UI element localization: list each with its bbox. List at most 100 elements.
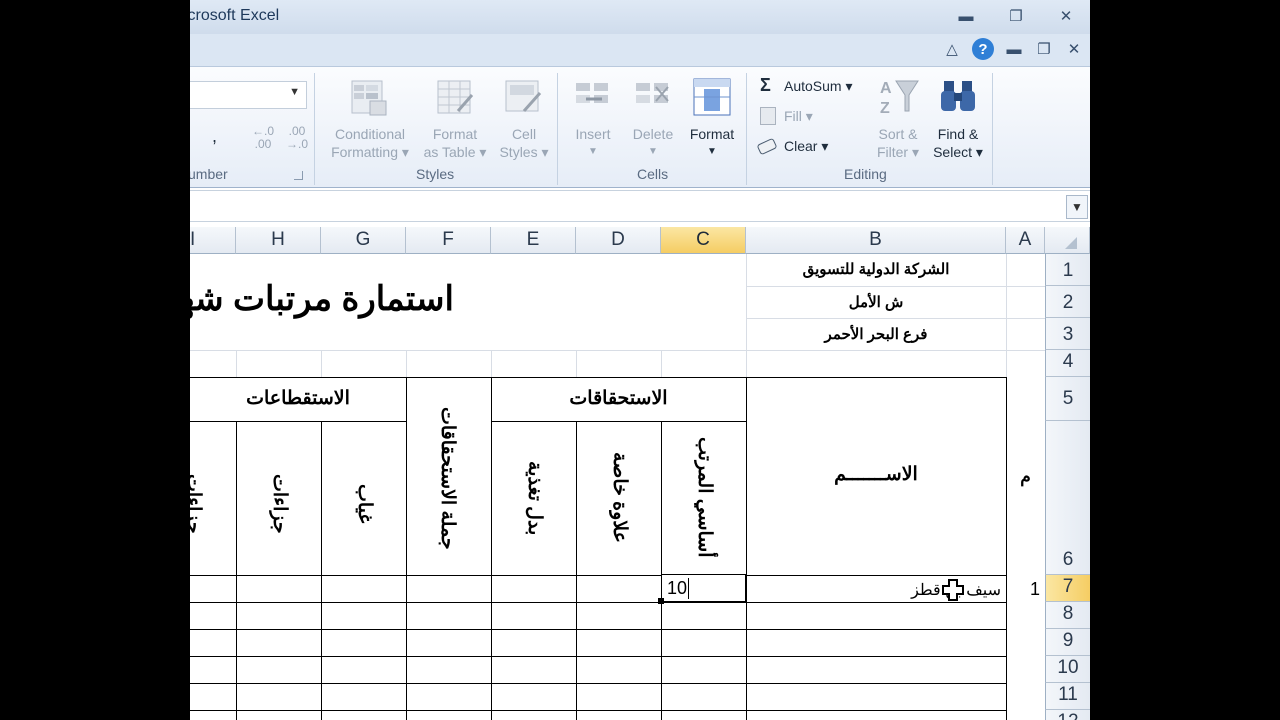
absence-header[interactable]: غياب xyxy=(353,459,375,549)
doc-restore-button[interactable]: ❐ xyxy=(1032,39,1056,59)
restore-button[interactable]: ❐ xyxy=(1004,6,1028,26)
conditional-formatting-label-1: Conditional xyxy=(334,126,406,142)
row-header-2[interactable]: 2 xyxy=(1045,286,1090,318)
sort-filter-button[interactable]: A Z Sort & Filter ▾ xyxy=(868,73,928,165)
delete-button[interactable]: Delete ▼ xyxy=(624,73,682,165)
column-header-h[interactable]: H xyxy=(236,227,321,254)
fill-label: Fill ▾ xyxy=(784,108,813,124)
table-border xyxy=(190,421,406,422)
comma-style-button[interactable]: , xyxy=(212,127,217,145)
table-border xyxy=(190,377,1006,378)
cells-group-label: Cells xyxy=(637,166,669,182)
table-border xyxy=(190,683,1006,684)
styles-group-label: Styles xyxy=(416,166,455,182)
special-bonus-header[interactable]: علاوة خاصة xyxy=(608,437,630,557)
fill-handle[interactable] xyxy=(658,598,664,604)
find-select-label-1: Find & xyxy=(937,126,979,142)
food-allowance-header[interactable]: بدل تغذية xyxy=(523,443,545,553)
name-header[interactable]: الاســـــــم xyxy=(746,463,1006,486)
clear-label: Clear ▾ xyxy=(784,138,829,154)
gridline xyxy=(1006,254,1007,377)
formula-bar[interactable] xyxy=(190,190,1090,222)
format-button[interactable]: Format ▼ xyxy=(682,73,742,165)
row-header-7[interactable]: 7 xyxy=(1045,575,1090,602)
chevron-down-icon: ▼ xyxy=(289,86,300,98)
serial-header[interactable]: م xyxy=(1006,467,1045,487)
select-all-corner[interactable] xyxy=(1045,227,1090,254)
column-header-b[interactable]: B xyxy=(746,227,1006,254)
sigma-icon: Σ xyxy=(760,75,771,95)
help-icon[interactable]: ? xyxy=(972,38,994,60)
basic-salary-header[interactable]: أساسي المرتب xyxy=(693,437,715,558)
row-header-8[interactable]: 8 xyxy=(1045,602,1090,629)
column-header-a[interactable]: A xyxy=(1006,227,1045,254)
row-header-6[interactable]: 6 xyxy=(1045,421,1090,575)
row-header-4[interactable]: 4 xyxy=(1045,350,1090,377)
row-header-9[interactable]: 9 xyxy=(1045,629,1090,656)
company-branch[interactable]: فرع البحر الأحمر xyxy=(746,325,1006,343)
row-header-12[interactable]: 12 xyxy=(1045,710,1090,720)
worksheet-grid[interactable]: I H G F E D C B A 1 2 3 4 5 6 7 8 9 10 1… xyxy=(190,227,1090,720)
row-header-5[interactable]: 5 xyxy=(1045,377,1090,421)
chevron-down-icon: ▼ xyxy=(588,146,598,157)
expand-formula-bar-icon[interactable]: ▼ xyxy=(1066,195,1088,219)
delete-label: Delete xyxy=(632,126,674,142)
conditional-formatting-button[interactable]: Conditional Formatting ▾ xyxy=(322,73,418,165)
number-format-dropdown[interactable]: ▼ xyxy=(190,81,307,109)
company-name[interactable]: الشركة الدولية للتسويق xyxy=(746,260,1006,278)
column-i-header[interactable]: جزاءات xyxy=(190,459,204,549)
row-header-11[interactable]: 11 xyxy=(1045,683,1090,710)
fill-down-icon xyxy=(760,107,776,125)
active-cell-c7[interactable]: 10 xyxy=(661,574,746,602)
insert-label: Insert xyxy=(575,126,611,142)
insert-button[interactable]: Insert ▼ xyxy=(564,73,622,165)
select-all-icon xyxy=(1065,237,1077,249)
minimize-button[interactable]: ▬ xyxy=(954,6,978,26)
table-border xyxy=(746,377,747,720)
autosum-button[interactable]: Σ AutoSum ▾ xyxy=(756,75,876,97)
row-header-1[interactable]: 1 xyxy=(1045,254,1090,286)
table-border xyxy=(190,629,1006,630)
table-border xyxy=(661,421,662,720)
cell-a7[interactable]: 1 xyxy=(1006,579,1040,600)
excel-window: icrosoft Excel ▬ ❐ ✕ △ ? ▬ ❐ ✕ ▼ , ←.0 .… xyxy=(190,0,1090,720)
column-header-e[interactable]: E xyxy=(491,227,576,254)
autosum-label: AutoSum ▾ xyxy=(784,78,853,94)
fill-button[interactable]: Fill ▾ xyxy=(756,105,836,127)
format-as-table-button[interactable]: Format as Table ▾ xyxy=(418,73,492,165)
format-cells-icon xyxy=(693,78,731,116)
gridline xyxy=(321,350,322,377)
cursor-cross-icon xyxy=(942,579,964,601)
deductions-header[interactable]: الاستقطاعات xyxy=(190,387,406,410)
conditional-formatting-icon xyxy=(351,80,387,116)
company-street[interactable]: ش الأمل xyxy=(746,293,1006,311)
total-entitlements-header[interactable]: جملة الاستحقاقات xyxy=(436,403,458,553)
ribbon: ▼ , ←.0 .00 .00 →.0 umber Conditional Fo… xyxy=(190,66,1090,188)
cell-styles-button[interactable]: Cell Styles ▾ xyxy=(494,73,554,165)
dialog-launcher-icon[interactable] xyxy=(294,171,303,180)
clear-button[interactable]: Clear ▾ xyxy=(756,135,846,157)
minimize-ribbon-icon[interactable]: △ xyxy=(940,39,964,59)
row-header-10[interactable]: 10 xyxy=(1045,656,1090,683)
entitlements-header[interactable]: الاستحقاقات xyxy=(491,387,746,410)
column-header-d[interactable]: D xyxy=(576,227,661,254)
group-separator xyxy=(314,73,315,185)
column-header-g[interactable]: G xyxy=(321,227,406,254)
cell-c7-value: 10 xyxy=(667,578,690,599)
sheet-title[interactable]: استمارة مرتبات شهر xyxy=(190,279,454,319)
decrease-decimal-button[interactable]: .00 →.0 xyxy=(282,125,312,151)
penalties-header[interactable]: جزاءات xyxy=(268,459,290,549)
row-header-3[interactable]: 3 xyxy=(1045,318,1090,350)
column-header-f[interactable]: F xyxy=(406,227,491,254)
column-header-i[interactable]: I xyxy=(190,227,236,254)
table-border xyxy=(491,377,492,720)
doc-minimize-button[interactable]: ▬ xyxy=(1002,39,1026,59)
increase-decimal-button[interactable]: ←.0 .00 xyxy=(248,125,278,151)
find-select-button[interactable]: Find & Select ▾ xyxy=(928,73,988,165)
close-button[interactable]: ✕ xyxy=(1054,6,1078,26)
gridline xyxy=(236,350,237,377)
gridline xyxy=(190,350,1045,351)
column-header-c[interactable]: C xyxy=(661,227,746,254)
table-border xyxy=(406,377,407,720)
doc-close-button[interactable]: ✕ xyxy=(1062,39,1086,59)
